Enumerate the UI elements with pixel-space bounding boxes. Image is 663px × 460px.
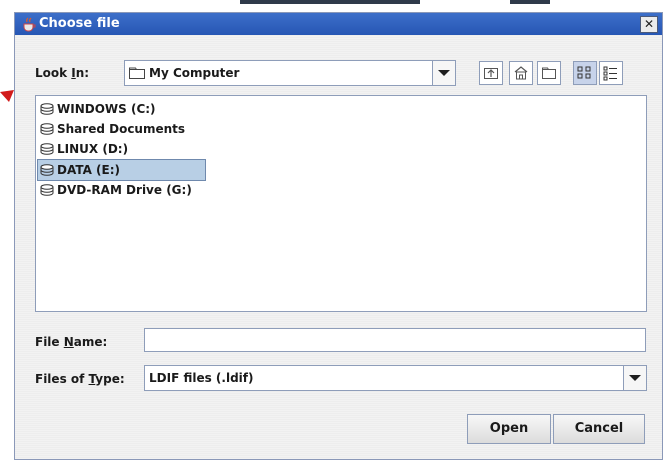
close-button[interactable]: ✕ — [640, 16, 658, 33]
look-in-value: My Computer — [149, 66, 240, 80]
look-in-dropdown[interactable]: My Computer — [124, 60, 456, 86]
file-type-dropdown[interactable]: LDIF files (.ldif) — [144, 365, 647, 391]
open-button[interactable]: Open — [467, 414, 551, 444]
new-folder-icon — [542, 67, 556, 79]
home-icon — [514, 66, 528, 80]
new-folder-button[interactable] — [537, 61, 561, 85]
folder-icon — [129, 67, 145, 79]
list-item-selected[interactable]: DATA (E:) — [37, 159, 206, 181]
file-name-input[interactable] — [144, 328, 646, 352]
up-one-level-icon — [484, 68, 498, 79]
look-in-label-post: n: — [75, 66, 90, 80]
list-item-label: WINDOWS (C:) — [57, 102, 156, 116]
file-type-label-pre: Files of — [35, 372, 89, 386]
file-name-label-pre: File — [35, 335, 64, 349]
list-item-label: DVD-RAM Drive (G:) — [57, 183, 192, 197]
file-name-label: File Name: — [35, 335, 107, 349]
chevron-down-icon — [438, 70, 450, 76]
list-view-button[interactable] — [573, 61, 597, 85]
drive-icon — [40, 123, 54, 135]
home-button[interactable] — [509, 61, 533, 85]
java-cup-icon — [23, 17, 36, 32]
drive-icon — [40, 143, 54, 155]
up-one-level-button[interactable] — [479, 61, 503, 85]
drive-icon — [40, 184, 54, 196]
file-type-value: LDIF files (.ldif) — [149, 371, 254, 385]
details-view-icon — [603, 66, 617, 81]
list-item[interactable]: Shared Documents — [38, 119, 185, 139]
chevron-down-icon — [629, 375, 641, 381]
close-icon: ✕ — [643, 17, 655, 31]
file-type-dropdown-arrow[interactable] — [623, 366, 646, 390]
drive-icon — [40, 103, 54, 115]
file-type-label-post: ype: — [95, 372, 125, 386]
list-item[interactable]: WINDOWS (C:) — [38, 99, 156, 119]
list-item-label: DATA (E:) — [57, 163, 120, 177]
look-in-label-pre: Look — [35, 66, 72, 80]
file-name-label-post: ame: — [73, 335, 108, 349]
file-name-mnemonic: N — [63, 335, 74, 349]
title-bar[interactable]: Choose file ✕ — [15, 13, 662, 35]
list-view-icon — [577, 66, 591, 79]
background-bar — [510, 0, 550, 4]
list-item[interactable]: LINUX (D:) — [38, 139, 128, 159]
file-list[interactable]: WINDOWS (C:) Shared Documents LINUX (D:) — [35, 95, 647, 312]
look-in-label: Look In: — [35, 66, 89, 80]
file-type-label: Files of Type: — [35, 372, 125, 386]
background-bar — [240, 0, 420, 4]
list-item-label: LINUX (D:) — [57, 142, 129, 156]
file-chooser-dialog: Choose file ✕ Look In: My Computer WINDO… — [14, 12, 663, 460]
window-title: Choose file — [39, 16, 120, 31]
background-strip — [0, 0, 663, 12]
list-item-label: Shared Documents — [57, 122, 186, 136]
look-in-dropdown-arrow[interactable] — [432, 61, 455, 85]
details-view-button[interactable] — [599, 61, 623, 85]
drive-icon — [40, 164, 54, 176]
cancel-button[interactable]: Cancel — [553, 414, 645, 444]
list-item[interactable]: DVD-RAM Drive (G:) — [38, 180, 192, 200]
